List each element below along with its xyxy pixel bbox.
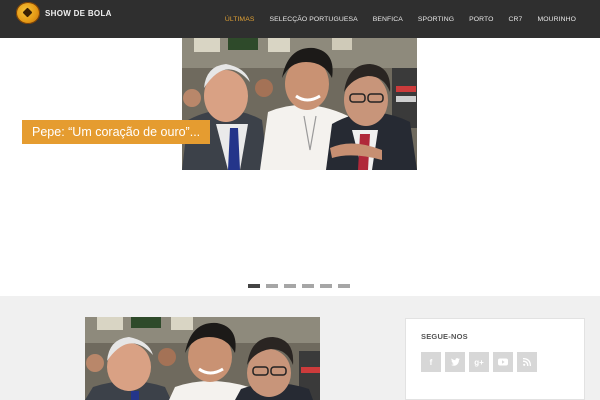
logo-text: SHOW DE BOLA: [45, 8, 112, 18]
google-plus-icon: g+: [474, 357, 484, 367]
slider-dot[interactable]: [284, 284, 296, 288]
google-plus-button[interactable]: g+: [469, 352, 489, 372]
main-menu: ÚLTIMAS SELECÇÃO PORTUGUESA BENFICA SPOR…: [210, 0, 576, 38]
widget-title: SEGUE-NOS: [421, 332, 468, 341]
hero-slider: Pepe: “Um coração de ouro”...: [0, 38, 600, 296]
twitter-icon: [450, 358, 460, 366]
nav-item-mourinho[interactable]: MOURINHO: [537, 16, 576, 23]
site-logo[interactable]: SHOW DE BOLA: [16, 2, 116, 24]
youtube-icon: [498, 358, 508, 366]
nav-item-seleccao-portuguesa[interactable]: SELECÇÃO PORTUGUESA: [269, 16, 357, 23]
twitter-button[interactable]: [445, 352, 465, 372]
nav-item-ultimas[interactable]: ÚLTIMAS: [225, 16, 255, 23]
social-links: f g+: [421, 352, 541, 372]
slider-dot[interactable]: [320, 284, 332, 288]
slider-dot[interactable]: [266, 284, 278, 288]
youtube-button[interactable]: [493, 352, 513, 372]
rss-button[interactable]: [517, 352, 537, 372]
nav-item-cr7[interactable]: CR7: [509, 16, 523, 23]
football-logo-icon: [16, 2, 40, 24]
rss-icon: [523, 358, 531, 366]
players-photo-image: [182, 38, 417, 170]
facebook-button[interactable]: f: [421, 352, 441, 372]
article-thumbnail[interactable]: [85, 317, 320, 400]
slider-dot[interactable]: [248, 284, 260, 288]
nav-item-sporting[interactable]: SPORTING: [418, 16, 454, 23]
hero-photo[interactable]: [182, 38, 417, 170]
article-photo-image: [85, 317, 320, 400]
facebook-icon: f: [429, 357, 433, 367]
slider-pagination: [248, 284, 356, 288]
nav-item-porto[interactable]: PORTO: [469, 16, 493, 23]
top-navbar: SHOW DE BOLA ÚLTIMAS SELECÇÃO PORTUGUESA…: [0, 0, 600, 38]
nav-item-benfica[interactable]: BENFICA: [373, 16, 403, 23]
slider-dot[interactable]: [338, 284, 350, 288]
follow-us-widget: SEGUE-NOS f g+: [405, 318, 585, 400]
slide-caption[interactable]: Pepe: “Um coração de ouro”...: [22, 120, 211, 144]
slider-dot[interactable]: [302, 284, 314, 288]
content-area: SEGUE-NOS f g+: [0, 296, 600, 400]
